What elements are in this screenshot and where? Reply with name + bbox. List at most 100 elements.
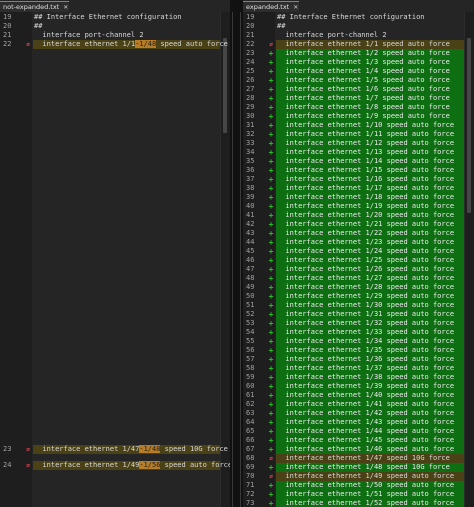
- added-line[interactable]: 55 + interface ethernet 1/34 speed auto f…: [243, 337, 464, 346]
- editor-text-area[interactable]: [32, 12, 220, 507]
- line-mid: speed: [378, 85, 408, 93]
- line-number: 19: [246, 13, 255, 21]
- added-line[interactable]: 57 + interface ethernet 1/36 speed auto f…: [243, 355, 464, 364]
- added-line[interactable]: 43 + interface ethernet 1/22 speed auto f…: [243, 229, 464, 238]
- added-line[interactable]: 60 + interface ethernet 1/39 speed auto f…: [243, 382, 464, 391]
- added-line[interactable]: 65 + interface ethernet 1/44 speed auto f…: [243, 427, 464, 436]
- added-line[interactable]: 63 + interface ethernet 1/42 speed auto f…: [243, 409, 464, 418]
- code-line[interactable]: 21 interface port-channel 2: [243, 31, 464, 40]
- plus-icon: +: [268, 121, 274, 130]
- code-line[interactable]: 19 ## Interface Ethernet configuration: [0, 13, 220, 22]
- port-id: 1/10: [365, 121, 383, 129]
- added-line[interactable]: 45 + interface ethernet 1/24 speed auto f…: [243, 247, 464, 256]
- port-speed: auto: [411, 400, 429, 408]
- added-line[interactable]: 30 + interface ethernet 1/9 speed auto fo…: [243, 112, 464, 121]
- added-line[interactable]: 48 + interface ethernet 1/27 speed auto f…: [243, 274, 464, 283]
- line-mid: speed: [382, 364, 412, 372]
- line-number: 24: [246, 58, 255, 66]
- added-line[interactable]: 49 + interface ethernet 1/28 speed auto f…: [243, 283, 464, 292]
- port-speed: auto: [411, 292, 429, 300]
- pane-divider[interactable]: [230, 0, 243, 507]
- vertical-scrollbar[interactable]: [464, 12, 474, 507]
- added-line[interactable]: 67 + interface ethernet 1/46 speed auto f…: [243, 445, 464, 454]
- line-text: interface ethernet 1/34 speed auto force: [276, 337, 464, 346]
- added-line[interactable]: 23 + interface ethernet 1/2 speed auto fo…: [243, 49, 464, 58]
- changed-line[interactable]: 22 ⇄ interface ethernet 1/1-1/48 speed au…: [0, 40, 228, 49]
- changed-line[interactable]: 70 ⇄ interface ethernet 1/49 speed auto f…: [243, 472, 464, 481]
- line-text: interface ethernet 1/24 speed auto force: [276, 247, 464, 256]
- port-id: 1/26: [365, 265, 383, 273]
- added-line[interactable]: 36 + interface ethernet 1/15 speed auto f…: [243, 166, 464, 175]
- line-text: interface ethernet 1/37 speed auto force: [276, 364, 464, 373]
- added-line[interactable]: 69 + interface ethernet 1/48 speed 10G fo…: [243, 463, 464, 472]
- changed-line[interactable]: 22 ⇄ interface ethernet 1/1 speed auto fo…: [243, 40, 464, 49]
- line-mid: speed: [382, 229, 412, 237]
- line-mid: speed: [382, 337, 412, 345]
- added-line[interactable]: 33 + interface ethernet 1/12 speed auto f…: [243, 139, 464, 148]
- added-line[interactable]: 32 + interface ethernet 1/11 speed auto f…: [243, 130, 464, 139]
- line-number: 29: [246, 103, 255, 111]
- changed-line[interactable]: 23 ⇄ interface ethernet 1/47-1/48 speed 1…: [0, 445, 228, 454]
- scrollbar-thumb[interactable]: [467, 38, 471, 213]
- added-line[interactable]: 40 + interface ethernet 1/19 speed auto f…: [243, 202, 464, 211]
- added-line[interactable]: 41 + interface ethernet 1/20 speed auto f…: [243, 211, 464, 220]
- plus-icon: +: [268, 292, 274, 301]
- added-line[interactable]: 42 + interface ethernet 1/21 speed auto f…: [243, 220, 464, 229]
- added-line[interactable]: 27 + interface ethernet 1/6 speed auto fo…: [243, 85, 464, 94]
- added-line[interactable]: 64 + interface ethernet 1/43 speed auto f…: [243, 418, 464, 427]
- added-line[interactable]: 35 + interface ethernet 1/14 speed auto f…: [243, 157, 464, 166]
- added-line[interactable]: 29 + interface ethernet 1/8 speed auto fo…: [243, 103, 464, 112]
- added-line[interactable]: 73 + interface ethernet 1/52 speed auto f…: [243, 499, 464, 507]
- code-line[interactable]: 21 interface port-channel 2: [0, 31, 220, 40]
- port-id: 1/52: [365, 499, 383, 507]
- added-line[interactable]: 66 + interface ethernet 1/45 speed auto f…: [243, 436, 464, 445]
- added-line[interactable]: 56 + interface ethernet 1/35 speed auto f…: [243, 346, 464, 355]
- scrollbar-thumb[interactable]: [223, 38, 227, 133]
- added-line[interactable]: 31 + interface ethernet 1/10 speed auto f…: [243, 121, 464, 130]
- vertical-scrollbar[interactable]: [220, 12, 230, 507]
- added-line[interactable]: 50 + interface ethernet 1/29 speed auto f…: [243, 292, 464, 301]
- plus-icon: +: [268, 202, 274, 211]
- port-id: 1/20: [365, 211, 383, 219]
- added-line[interactable]: 61 + interface ethernet 1/40 speed auto f…: [243, 391, 464, 400]
- line-prefix: interface ethernet: [277, 121, 366, 129]
- added-line[interactable]: 62 + interface ethernet 1/41 speed auto f…: [243, 400, 464, 409]
- added-line[interactable]: 44 + interface ethernet 1/23 speed auto f…: [243, 238, 464, 247]
- code-line[interactable]: 20 ##: [243, 22, 464, 31]
- added-line[interactable]: 54 + interface ethernet 1/33 speed auto f…: [243, 328, 464, 337]
- changed-line[interactable]: 68 ⇄ interface ethernet 1/47 speed 10G fo…: [243, 454, 464, 463]
- line-prefix: interface ethernet: [277, 445, 366, 453]
- plus-icon: +: [268, 301, 274, 310]
- code-line[interactable]: 20 ##: [0, 22, 220, 31]
- line-text: interface port-channel 2: [277, 31, 387, 39]
- added-line[interactable]: 38 + interface ethernet 1/17 speed auto f…: [243, 184, 464, 193]
- added-line[interactable]: 26 + interface ethernet 1/5 speed auto fo…: [243, 76, 464, 85]
- added-line[interactable]: 47 + interface ethernet 1/26 speed auto f…: [243, 265, 464, 274]
- plus-icon: +: [268, 364, 274, 373]
- added-line[interactable]: 34 + interface ethernet 1/13 speed auto f…: [243, 148, 464, 157]
- added-line[interactable]: 28 + interface ethernet 1/7 speed auto fo…: [243, 94, 464, 103]
- changed-line[interactable]: 24 ⇄ interface ethernet 1/49-1/56 speed a…: [0, 461, 230, 470]
- added-line[interactable]: 53 + interface ethernet 1/32 speed auto f…: [243, 319, 464, 328]
- added-line[interactable]: 52 + interface ethernet 1/31 speed auto f…: [243, 310, 464, 319]
- port-id: 1/25: [365, 256, 383, 264]
- added-line[interactable]: 58 + interface ethernet 1/37 speed auto f…: [243, 364, 464, 373]
- port-id: 1/46: [365, 445, 383, 453]
- port-speed: auto: [411, 346, 429, 354]
- line-text: interface ethernet 1/8 speed auto force: [276, 103, 464, 112]
- added-line[interactable]: 72 + interface ethernet 1/51 speed auto f…: [243, 490, 464, 499]
- line-prefix: interface ethernet: [277, 292, 366, 300]
- port-speed: auto: [411, 283, 429, 291]
- line-text: interface ethernet 1/10 speed auto force: [276, 121, 464, 130]
- line-number: 27: [246, 85, 255, 93]
- added-line[interactable]: 37 + interface ethernet 1/16 speed auto f…: [243, 175, 464, 184]
- line-text: interface ethernet 1/16 speed auto force: [276, 175, 464, 184]
- added-line[interactable]: 24 + interface ethernet 1/3 speed auto fo…: [243, 58, 464, 67]
- added-line[interactable]: 46 + interface ethernet 1/25 speed auto f…: [243, 256, 464, 265]
- added-line[interactable]: 39 + interface ethernet 1/18 speed auto f…: [243, 193, 464, 202]
- added-line[interactable]: 71 + interface ethernet 1/50 speed auto f…: [243, 481, 464, 490]
- code-line[interactable]: 19 ## Interface Ethernet configuration: [243, 13, 464, 22]
- added-line[interactable]: 51 + interface ethernet 1/30 speed auto f…: [243, 301, 464, 310]
- added-line[interactable]: 25 + interface ethernet 1/4 speed auto fo…: [243, 67, 464, 76]
- added-line[interactable]: 59 + interface ethernet 1/38 speed auto f…: [243, 373, 464, 382]
